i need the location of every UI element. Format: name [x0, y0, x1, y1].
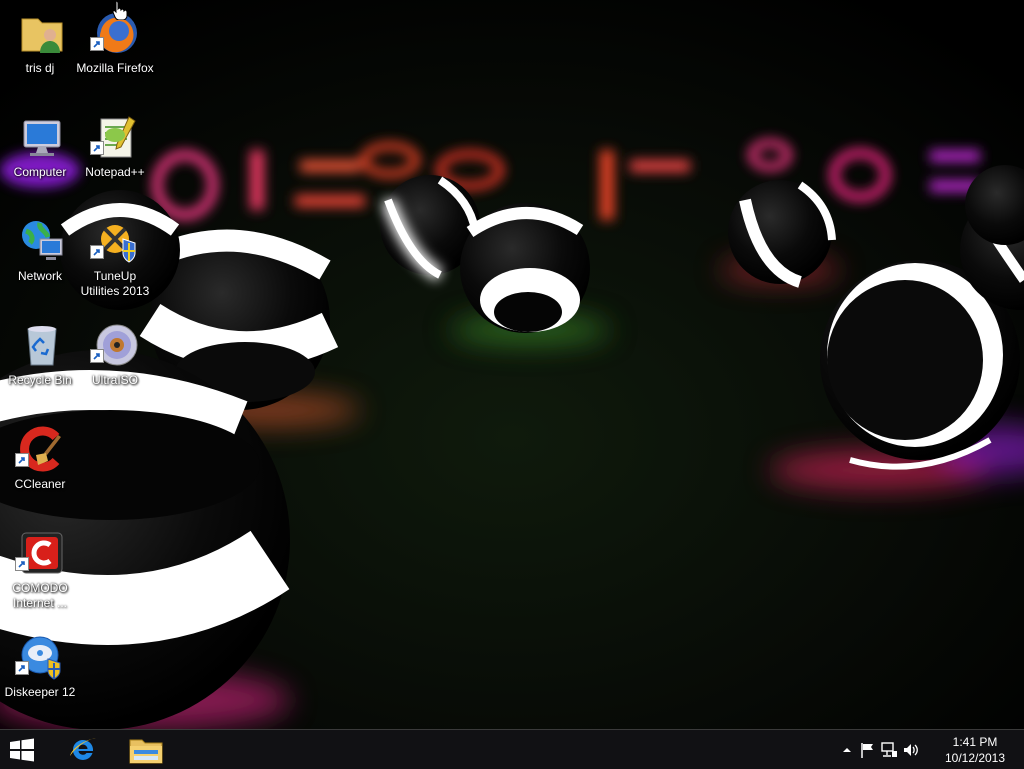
- file-explorer-taskbar-button[interactable]: [118, 730, 174, 769]
- shortcut-arrow-icon: [15, 661, 29, 675]
- desktop-icon-computer[interactable]: Computer: [3, 107, 73, 203]
- shortcut-arrow-icon: [90, 141, 104, 155]
- internet-explorer-icon: [70, 738, 96, 760]
- desktop-icon-label: CCleaner: [14, 477, 66, 491]
- clock[interactable]: 1:41 PM 10/12/2013: [940, 734, 1010, 766]
- user-folder-icon: [18, 9, 66, 57]
- shortcut-arrow-icon: [15, 557, 29, 571]
- desktop-icon-tuneup[interactable]: TuneUp Utilities 2013: [78, 211, 149, 307]
- desktop-icon-network[interactable]: Network: [3, 211, 73, 307]
- recycle-bin-icon: [18, 321, 66, 369]
- desktop-icon-label: Network: [17, 269, 62, 283]
- network-status-icon[interactable]: [880, 741, 898, 759]
- desktop-icon-label: tris dj: [25, 61, 55, 75]
- network-icon: [18, 217, 66, 265]
- taskbar: 1:41 PM 10/12/2013: [0, 729, 1024, 769]
- shortcut-arrow-icon: [90, 349, 104, 363]
- desktop-icon-label: COMODO Internet ...: [12, 581, 68, 610]
- desktop-icon-label: Notepad++: [85, 165, 145, 179]
- clock-time: 1:41 PM: [952, 735, 998, 749]
- desktop-icon-label: UltraISO: [91, 373, 138, 387]
- desktop-icon-label: Diskeeper 12: [4, 685, 76, 699]
- computer-icon: [18, 113, 66, 161]
- file-explorer-icon: [129, 739, 163, 764]
- shortcut-arrow-icon: [90, 245, 104, 259]
- shortcut-arrow-icon: [15, 453, 29, 467]
- chevron-up-icon[interactable]: [838, 741, 856, 759]
- desktop-icon-label: Computer: [13, 165, 67, 179]
- hand-cursor-icon: [112, 0, 128, 20]
- desktop-icon-label: Recycle Bin: [8, 373, 72, 387]
- desktop-icon-notepadplusplus[interactable]: Notepad++: [78, 107, 148, 203]
- clock-date: 10/12/2013: [944, 751, 1006, 765]
- desktop-icon-ultraiso[interactable]: UltraISO: [78, 315, 148, 411]
- desktop-icon-ccleaner[interactable]: CCleaner: [3, 419, 73, 515]
- volume-icon[interactable]: [902, 741, 920, 759]
- desktop-icon-diskeeper[interactable]: Diskeeper 12: [3, 627, 75, 723]
- shortcut-arrow-icon: [90, 37, 104, 51]
- system-tray: 1:41 PM 10/12/2013: [834, 730, 1024, 769]
- desktop-icon-recycle-bin[interactable]: Recycle Bin: [3, 315, 73, 411]
- desktop-icon-label: Mozilla Firefox: [76, 61, 154, 75]
- windows-start-icon: [10, 738, 34, 762]
- start-button[interactable]: [0, 730, 48, 769]
- desktop-icon-label: TuneUp Utilities 2013: [80, 269, 150, 298]
- desktop-icon-comodo[interactable]: COMODO Internet ...: [3, 523, 73, 619]
- action-center-flag-icon[interactable]: [858, 741, 876, 759]
- desktop-wallpaper: [0, 0, 1024, 729]
- desktop-icon-user-folder[interactable]: tris dj: [3, 3, 73, 99]
- internet-explorer-taskbar-button[interactable]: [58, 730, 110, 769]
